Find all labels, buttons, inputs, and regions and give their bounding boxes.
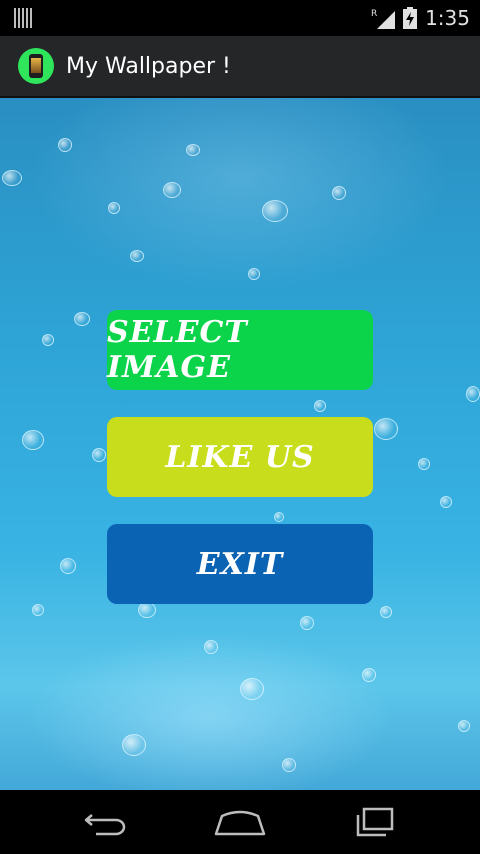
roaming-indicator: R (371, 9, 377, 19)
bubble (108, 202, 120, 214)
bubble (204, 640, 218, 654)
app-icon-graphic (29, 54, 43, 78)
bubble (274, 512, 284, 522)
bubble (466, 386, 480, 402)
app-icon[interactable] (18, 48, 54, 84)
action-bar: My Wallpaper ! (0, 36, 480, 98)
recent-apps-icon (356, 807, 394, 837)
status-bar: R 1:35 (0, 0, 480, 36)
navigation-bar (0, 790, 480, 854)
bubble (2, 170, 22, 186)
bubble (300, 616, 314, 630)
select-image-button[interactable]: SELECT IMAGE (107, 310, 373, 390)
bubble (440, 496, 452, 508)
bubble (332, 186, 346, 200)
recent-apps-button[interactable] (346, 804, 402, 840)
bubble (138, 602, 156, 618)
bubble (240, 678, 264, 700)
app-title: My Wallpaper ! (66, 53, 231, 79)
bubble (92, 448, 106, 462)
signal-icon: R (371, 9, 396, 29)
bubble (163, 182, 181, 198)
bubble (186, 144, 200, 156)
notification-icon (14, 8, 34, 28)
like-us-button[interactable]: LIKE US (107, 417, 373, 497)
battery-charging-icon (403, 7, 418, 29)
bubble (32, 604, 44, 616)
bubble (130, 250, 144, 262)
bubble (418, 458, 430, 470)
bubble (60, 558, 76, 574)
bubble (122, 734, 146, 756)
wallpaper-background: SELECT IMAGE LIKE US EXIT (0, 98, 480, 790)
bubble (262, 200, 288, 222)
home-button[interactable] (212, 804, 268, 840)
back-icon (84, 814, 126, 836)
bubble (458, 720, 470, 732)
bubble (22, 430, 44, 450)
bubble (314, 400, 326, 412)
bubble (380, 606, 392, 618)
bubble (58, 138, 72, 152)
bubble (362, 668, 376, 682)
exit-button[interactable]: EXIT (107, 524, 373, 604)
back-button[interactable] (78, 804, 134, 840)
bubble (374, 418, 398, 440)
bubble (42, 334, 54, 346)
bubble (74, 312, 90, 326)
status-right-group: R 1:35 (371, 4, 470, 32)
bubble (248, 268, 260, 280)
home-icon (214, 810, 266, 836)
bubble (282, 758, 296, 772)
clock: 1:35 (425, 6, 470, 30)
